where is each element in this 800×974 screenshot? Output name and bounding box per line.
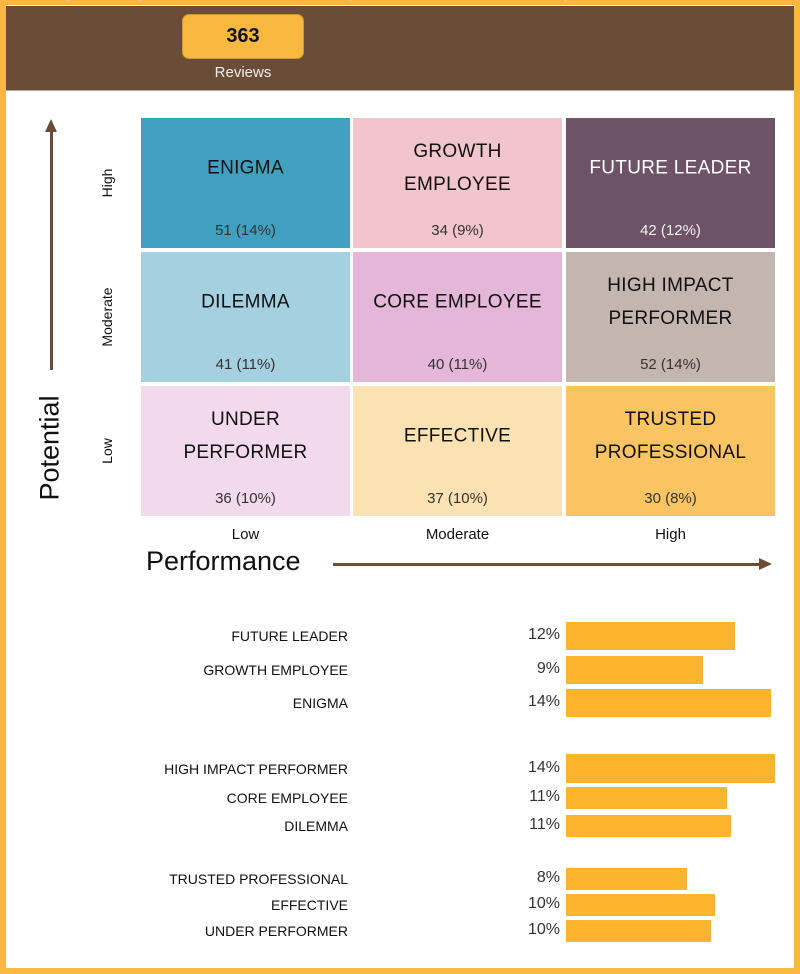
bar-under-performer [566, 920, 711, 942]
cell-count: 36 (10%) [215, 490, 276, 507]
grid-cell-under-performer: UNDER PERFORMER 36 (10%) [141, 386, 350, 516]
bar-high-impact-performer [566, 754, 775, 783]
grid-cell-high-impact-performer: HIGH IMPACT PERFORMER 52 (14%) [566, 252, 775, 382]
performance-arrow-head-icon [759, 558, 772, 570]
bar-value-label: 10% [527, 921, 560, 938]
cell-title: ENIGMA [207, 157, 284, 179]
bar-category-label: DILEMMA [284, 818, 348, 834]
cell-count: 37 (10%) [427, 490, 488, 507]
bar-core-employee [566, 787, 727, 809]
cell-title: GROWTH EMPLOYEE [404, 141, 511, 195]
cell-title: UNDER PERFORMER [183, 409, 308, 463]
cell-title: TRUSTED PROFESSIONAL [594, 409, 747, 463]
bar-value-label: 14% [527, 693, 560, 710]
cell-count: 30 (8%) [644, 490, 697, 507]
grid-cell-trusted-professional: TRUSTED PROFESSIONAL 30 (8%) [566, 386, 775, 516]
bar-value-label: 8% [536, 869, 560, 886]
bar-category-label: HIGH IMPACT PERFORMER [164, 760, 348, 777]
cell-count: 52 (14%) [640, 356, 701, 373]
grid-cell-core-employee: CORE EMPLOYEE 40 (11%) [353, 252, 562, 382]
sheet-gridline [68, 0, 69, 2]
col-label-low: Low [231, 526, 260, 543]
bar-category-label: TRUSTED PROFESSIONAL [169, 871, 348, 887]
cell-title: FUTURE LEADER [589, 157, 752, 179]
bar-value-label: 10% [527, 895, 560, 912]
bar-value-label: 9% [536, 660, 560, 677]
cell-title: HIGH IMPACT PERFORMER [607, 275, 734, 329]
grid-cell-growth-employee: GROWTH EMPLOYEE 34 (9%) [353, 118, 562, 248]
sheet-gridline [565, 0, 566, 2]
reviews-count-label: Reviews [214, 64, 272, 81]
bar-trusted-professional [566, 868, 687, 890]
bar-category-label: ENIGMA [292, 695, 348, 711]
cell-count: 51 (14%) [215, 222, 276, 239]
grid-cell-effective: EFFECTIVE 37 (10%) [353, 386, 562, 516]
bar-category-label: GROWTH EMPLOYEE [203, 662, 348, 678]
col-label-moderate: Moderate [425, 526, 490, 543]
y-axis-title: Potential [34, 395, 65, 501]
bar-value-label: 14% [527, 758, 560, 776]
x-axis-title: Performance [146, 546, 301, 576]
cell-count: 40 (11%) [427, 356, 488, 373]
bar-value-label: 11% [529, 816, 560, 833]
bar-category-label: FUTURE LEADER [231, 628, 348, 644]
bar-effective [566, 894, 715, 916]
bar-category-label: EFFECTIVE [270, 897, 348, 913]
bar-growth-employee [566, 656, 703, 684]
header-bar [6, 6, 794, 91]
potential-arrow-line [50, 130, 53, 370]
grid-cell-enigma: ENIGMA 51 (14%) [141, 118, 350, 248]
sheet-gridline [350, 0, 351, 2]
grid-cell-dilemma: DILEMMA 41 (11%) [141, 252, 350, 382]
bar-dilemma [566, 815, 731, 837]
sheet-gridline [140, 0, 141, 2]
reviews-count-value: 363 [226, 25, 260, 47]
bar-enigma [566, 689, 771, 717]
performance-arrow-line [333, 563, 761, 566]
bar-value-label: 11% [529, 788, 560, 805]
col-label-high: High [655, 526, 686, 543]
bar-category-label: UNDER PERFORMER [204, 923, 348, 939]
bar-category-label: CORE EMPLOYEE [226, 790, 348, 806]
cell-title: DILEMMA [201, 291, 290, 313]
row-label-low: Low [99, 438, 115, 464]
bar-future-leader [566, 622, 735, 650]
cell-count: 34 (9%) [431, 222, 484, 239]
grid-cell-future-leader: FUTURE LEADER 42 (12%) [566, 118, 775, 248]
row-label-moderate: Moderate [99, 287, 115, 347]
cell-count: 42 (12%) [640, 222, 701, 239]
bar-value-label: 12% [527, 626, 560, 643]
cell-title: CORE EMPLOYEE [373, 291, 542, 313]
reviews-count-card: 363 [182, 14, 304, 59]
cell-title: EFFECTIVE [403, 425, 512, 447]
row-label-high: High [99, 168, 115, 198]
cell-count: 41 (11%) [215, 356, 276, 373]
